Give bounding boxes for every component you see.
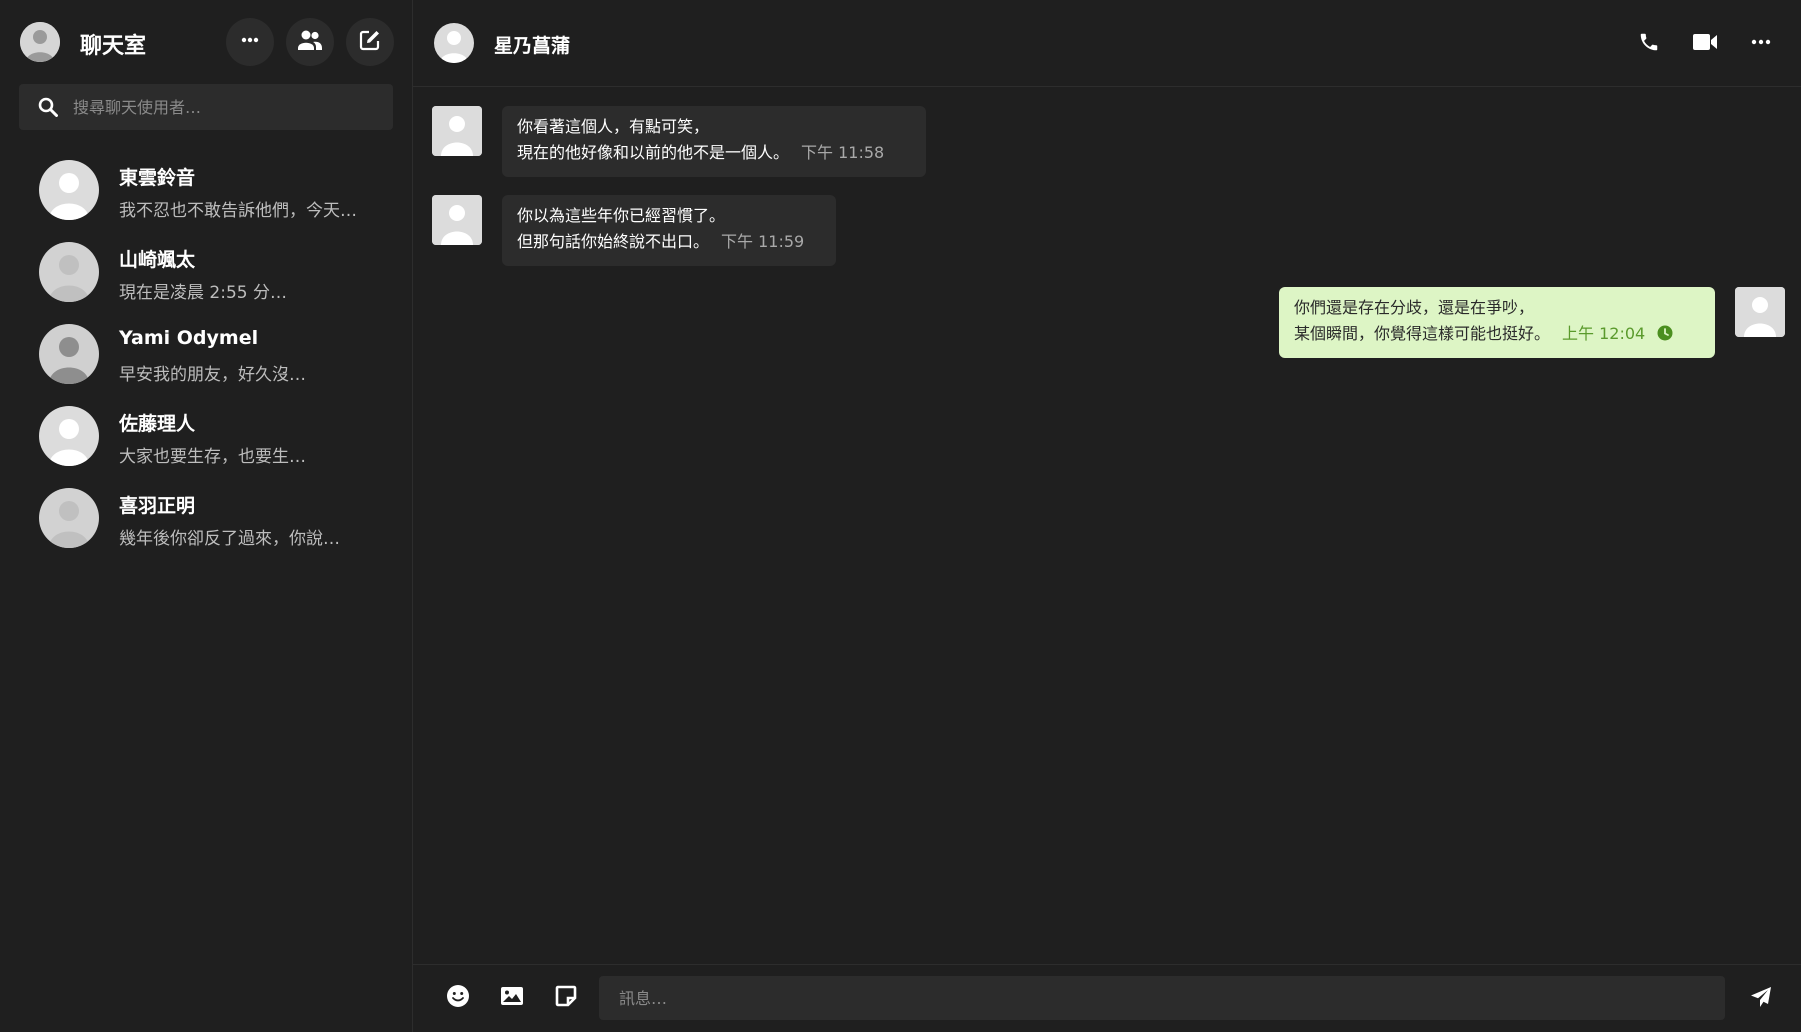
message-list: 你看著這個人，有點可笑， 現在的他好像和以前的他不是一個人。 下午 11:58 你…: [413, 87, 1801, 964]
people-icon: [298, 29, 322, 55]
message-time: 下午 11:58: [801, 143, 885, 162]
sidebar-actions: [226, 18, 394, 66]
chat-list-item[interactable]: 山崎颯太 現在是凌晨 2:55 分…: [0, 236, 412, 318]
chat-list-item[interactable]: 喜羽正明 幾年後你卻反了過來，你說…: [0, 482, 412, 564]
message-bubble: 你看著這個人，有點可笑， 現在的他好像和以前的他不是一個人。 下午 11:58: [502, 106, 926, 177]
conversation-panel: 星乃菖蒲 你看著這個人，有點可笑， 現在的他好像和以前的他不是一個人。 下午 1…: [413, 0, 1801, 1032]
message-input[interactable]: [599, 976, 1725, 1020]
chat-list-item[interactable]: 佐藤理人 大家也要生存，也要生…: [0, 400, 412, 482]
message-text-line: 某個瞬間，你覺得這樣可能也挺好。: [1294, 324, 1551, 343]
message-text-line: 但那句話你始終說不出口。: [517, 232, 710, 251]
message-composer: [413, 964, 1801, 1032]
header-actions: [1631, 26, 1779, 62]
image-icon: [500, 986, 524, 1010]
video-icon: [1692, 32, 1718, 56]
chat-name: 東雲鈴音: [119, 167, 196, 189]
message-bubble: 你以為這些年你已經習慣了。 但那句話你始終說不出口。 下午 11:59: [502, 195, 836, 266]
chat-name: 喜羽正明: [119, 495, 196, 517]
chat-preview: 早安我的朋友，好久沒…: [119, 365, 306, 385]
image-button[interactable]: [497, 983, 527, 1013]
message-text-line: 你以為這些年你已經習慣了。: [517, 206, 726, 225]
chat-name: Yami Odymel: [119, 327, 259, 349]
chat-list: 東雲鈴音 我不忍也不敢告訴他們，今天… 山崎颯太 現在是凌晨 2:55 分… Y…: [0, 154, 412, 564]
phone-icon: [1638, 31, 1660, 57]
sidebar-header: 聊天室: [0, 0, 412, 84]
sidebar: 聊天室 搜尋聊天使用者… 東雲鈴音 我不忍也不敢告訴他們，今天… 山崎颯太 現在…: [0, 0, 413, 1032]
peer-name: 星乃菖蒲: [494, 35, 571, 57]
message-bubble: 你們還是存在分歧，還是在爭吵， 某個瞬間，你覺得這樣可能也挺好。 上午 12:04: [1279, 287, 1715, 358]
chat-preview: 大家也要生存，也要生…: [119, 447, 306, 467]
avatar: [39, 488, 99, 548]
chat-name: 佐藤理人: [119, 413, 196, 435]
search-icon: [37, 96, 59, 118]
chat-preview: 現在是凌晨 2:55 分…: [119, 283, 287, 303]
video-call-button[interactable]: [1687, 26, 1723, 62]
message-time: 上午 12:04: [1562, 324, 1646, 343]
composer-tools: [443, 983, 581, 1013]
sticker-button[interactable]: [551, 983, 581, 1013]
voice-call-button[interactable]: [1631, 26, 1667, 62]
send-button[interactable]: [1743, 981, 1779, 1017]
message-text-line: 現在的他好像和以前的他不是一個人。: [517, 143, 790, 162]
emoji-icon: [446, 984, 470, 1012]
chat-search-input[interactable]: [71, 96, 393, 118]
new-chat-button[interactable]: [346, 18, 394, 66]
more-icon: [240, 30, 260, 54]
chat-list-item[interactable]: Yami Odymel 早安我的朋友，好久沒…: [0, 318, 412, 400]
compose-icon: [359, 29, 381, 55]
more-options-button[interactable]: [226, 18, 274, 66]
sidebar-title: 聊天室: [80, 34, 147, 59]
chat-name: 山崎颯太: [119, 249, 196, 271]
conversation-header: 星乃菖蒲: [413, 0, 1801, 87]
chat-preview: 我不忍也不敢告訴他們，今天…: [119, 201, 357, 221]
app-window: 聊天室 搜尋聊天使用者… 東雲鈴音 我不忍也不敢告訴他們，今天… 山崎颯太 現在…: [0, 0, 1801, 1032]
message-text-line: 你們還是存在分歧，還是在爭吵，: [1294, 298, 1535, 317]
send-icon: [1749, 985, 1773, 1013]
peer-avatar[interactable]: [434, 23, 474, 63]
chat-search-bar: [19, 84, 393, 130]
more-icon: [1751, 32, 1771, 56]
my-message-avatar[interactable]: [1735, 287, 1785, 337]
message-time: 下午 11:59: [721, 232, 805, 251]
my-avatar[interactable]: [20, 22, 60, 62]
avatar: [39, 406, 99, 466]
avatar: [39, 160, 99, 220]
chat-preview: 幾年後你卻反了過來，你說…: [119, 529, 340, 549]
sticker-icon: [555, 985, 577, 1011]
avatar: [39, 324, 99, 384]
sender-avatar[interactable]: [432, 106, 482, 156]
sender-avatar[interactable]: [432, 195, 482, 245]
avatar: [39, 242, 99, 302]
message-text-line: 你看著這個人，有點可笑，: [517, 117, 710, 136]
emoji-button[interactable]: [443, 983, 473, 1013]
conversation-more-button[interactable]: [1743, 26, 1779, 62]
chat-list-item[interactable]: 東雲鈴音 我不忍也不敢告訴他們，今天…: [0, 154, 412, 236]
contacts-button[interactable]: [286, 18, 334, 66]
clock-icon: [1657, 323, 1673, 349]
